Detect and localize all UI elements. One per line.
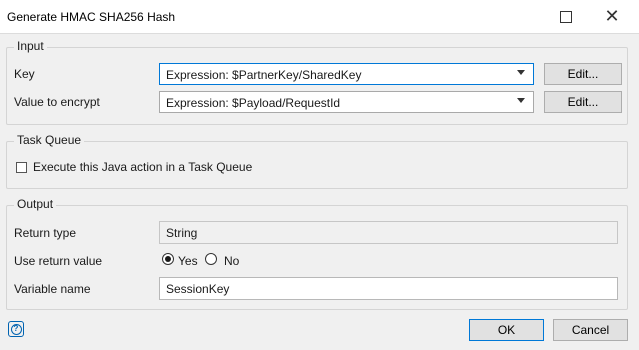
close-button[interactable]: ✕ (589, 0, 635, 33)
return-type-label: Return type (14, 226, 77, 240)
value-to-encrypt-combobox-value: Expression: $Payload/RequestId (166, 96, 341, 110)
return-type-field: String (159, 221, 618, 244)
task-queue-checkbox[interactable] (16, 162, 27, 173)
key-combobox[interactable]: Expression: $PartnerKey/SharedKey (159, 63, 534, 85)
chevron-down-icon (517, 70, 525, 75)
variable-name-value: SessionKey (166, 282, 230, 296)
maximize-icon (560, 10, 572, 23)
output-group-legend: Output (14, 197, 57, 211)
window-title: Generate HMAC SHA256 Hash (7, 10, 176, 24)
task-queue-group: Task Queue Execute this Java action in a… (6, 133, 628, 189)
help-button[interactable]: ? (8, 321, 24, 337)
task-queue-checkbox-label: Execute this Java action in a Task Queue (33, 160, 253, 174)
title-bar: Generate HMAC SHA256 Hash ✕ (0, 0, 639, 34)
close-icon: ✕ (604, 5, 620, 27)
input-group-legend: Input (14, 39, 47, 53)
return-type-value: String (166, 226, 198, 240)
task-queue-group-legend: Task Queue (14, 133, 85, 147)
key-label: Key (14, 67, 35, 81)
cancel-button[interactable]: Cancel (553, 319, 628, 341)
ok-button[interactable]: OK (469, 319, 544, 341)
chevron-down-icon (517, 98, 525, 103)
yes-radio-label[interactable]: Yes (178, 254, 198, 268)
value-to-encrypt-combobox[interactable]: Expression: $Payload/RequestId (159, 91, 534, 113)
key-edit-button[interactable]: Edit... (544, 63, 622, 85)
variable-name-label: Variable name (14, 282, 91, 296)
value-to-encrypt-label: Value to encrypt (14, 95, 100, 109)
maximize-button[interactable] (543, 0, 589, 33)
no-radio-label[interactable]: No (224, 254, 239, 268)
variable-name-input[interactable]: SessionKey (159, 277, 618, 300)
no-radio[interactable] (205, 253, 217, 265)
use-return-value-label: Use return value (14, 254, 103, 268)
yes-radio[interactable] (162, 253, 174, 265)
help-icon: ? (10, 323, 22, 335)
value-edit-button[interactable]: Edit... (544, 91, 622, 113)
output-group: Output Return type String Use return val… (6, 197, 628, 310)
key-combobox-value: Expression: $PartnerKey/SharedKey (166, 68, 362, 82)
input-group: Input Key Expression: $PartnerKey/Shared… (6, 39, 628, 125)
